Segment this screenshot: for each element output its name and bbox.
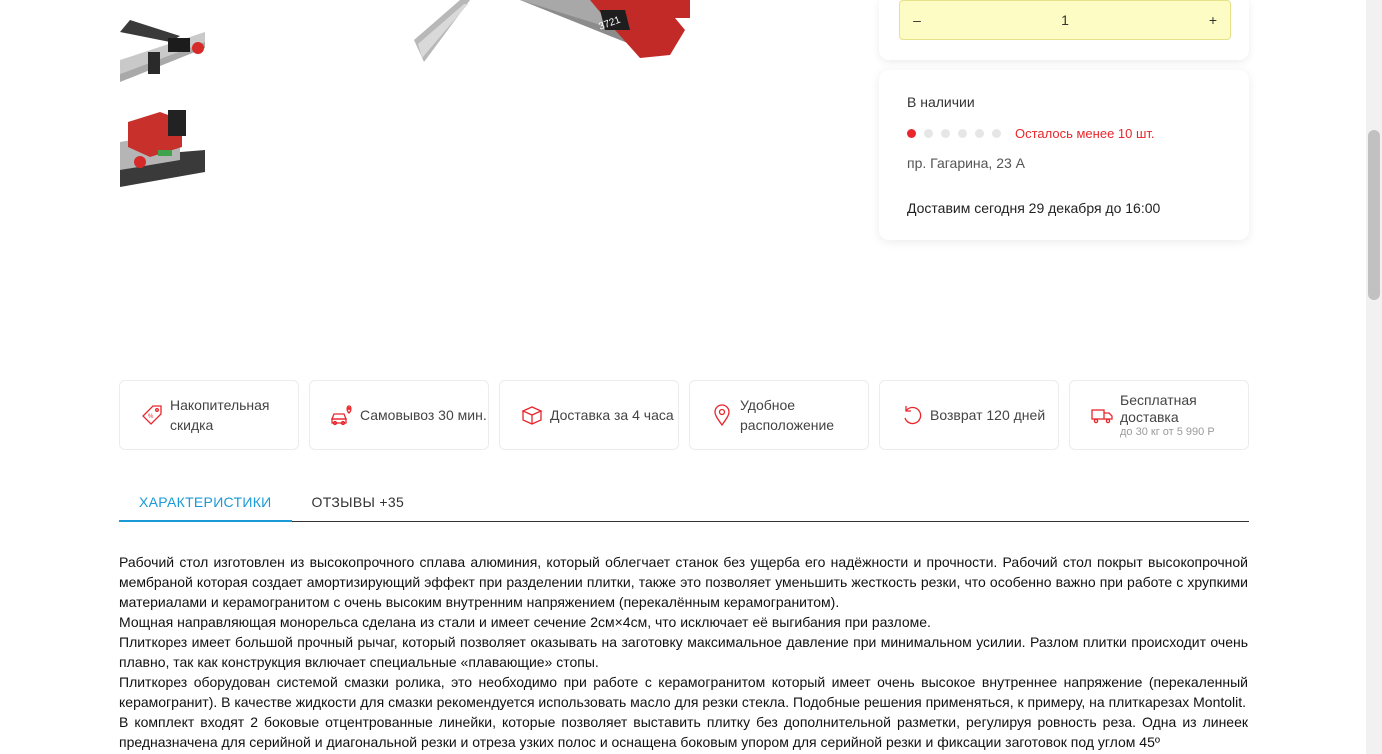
availability-title: В наличии <box>907 94 975 110</box>
scrollbar-thumb[interactable] <box>1368 130 1380 300</box>
product-thumbnail-2[interactable] <box>120 102 205 187</box>
description-paragraph: Плиткорез имеет большой прочный рычаг, к… <box>119 634 1248 670</box>
feature-label: Удобное расположение <box>740 397 835 433</box>
quantity-card: – + <box>879 0 1249 60</box>
feature-location[interactable]: Удобное расположение <box>689 380 869 450</box>
return-arrow-icon <box>900 403 924 427</box>
feature-delivery[interactable]: Доставка за 4 часа <box>499 380 679 450</box>
feature-label: Накопительная скидка <box>170 397 270 433</box>
quantity-decrease-button[interactable]: – <box>900 1 934 39</box>
feature-discount[interactable]: % Накопительная скидка <box>119 380 299 450</box>
stock-note: Осталось менее 10 шт. <box>1015 126 1155 141</box>
stock-dot-5 <box>975 129 984 138</box>
product-main-image: 3721 <box>400 0 700 70</box>
description-paragraph: Мощная направляющая монорельса сделана и… <box>119 614 931 630</box>
feature-pickup[interactable]: Самовывоз 30 мин. <box>309 380 489 450</box>
delivery-info: Доставим сегодня 29 декабря до 16:00 <box>907 200 1161 216</box>
stock-dot-1 <box>907 129 916 138</box>
feature-label: Самовывоз 30 мин. <box>360 407 487 423</box>
feature-sublabel: до 30 кг от 5 990 Р <box>1120 425 1215 438</box>
product-thumbnail-1-image <box>120 12 205 97</box>
product-thumbnail-2-image <box>120 102 205 187</box>
feature-text: Бесплатная доставка до 30 кг от 5 990 Р <box>1120 392 1248 439</box>
quantity-stepper: – + <box>899 0 1231 40</box>
discount-tag-icon: % <box>140 403 164 427</box>
box-icon <box>520 403 544 427</box>
product-description: Рабочий стол изготовлен из высокопрочног… <box>119 552 1248 752</box>
stock-level: Осталось менее 10 шт. <box>907 126 1155 141</box>
feature-label: Бесплатная доставка <box>1120 391 1197 425</box>
stock-dot-3 <box>941 129 950 138</box>
availability-card: В наличии Осталось менее 10 шт. пр. Гага… <box>879 70 1249 240</box>
product-thumbnail-1[interactable] <box>120 12 205 97</box>
tab-characteristics[interactable]: ХАРАКТЕРИСТИКИ <box>119 482 292 522</box>
description-paragraph: Плиткорез оборудован системой смазки рол… <box>119 674 1248 710</box>
quantity-input[interactable] <box>1005 12 1125 28</box>
store-address[interactable]: пр. Гагарина, 23 А <box>907 155 1025 171</box>
tab-reviews[interactable]: ОТЗЫВЫ +35 <box>292 482 425 522</box>
stock-dot-2 <box>924 129 933 138</box>
description-paragraph: Рабочий стол изготовлен из высокопрочног… <box>119 554 1248 610</box>
description-paragraph: В комплект входят 2 боковые отцентрованн… <box>119 714 1248 750</box>
svg-text:%: % <box>148 414 154 420</box>
feature-label: Доставка за 4 часа <box>550 407 674 423</box>
product-tabs: ХАРАКТЕРИСТИКИ ОТЗЫВЫ +35 <box>119 482 1249 522</box>
page-scrollbar[interactable] <box>1366 0 1382 754</box>
stock-dot-4 <box>958 129 967 138</box>
feature-free-delivery[interactable]: Бесплатная доставка до 30 кг от 5 990 Р <box>1069 380 1249 450</box>
feature-label: Возврат 120 дней <box>930 407 1046 423</box>
truck-icon <box>1090 403 1114 427</box>
feature-return[interactable]: Возврат 120 дней <box>879 380 1059 450</box>
stock-dot-6 <box>992 129 1001 138</box>
location-pin-icon <box>710 403 734 427</box>
car-pin-icon <box>330 403 354 427</box>
quantity-increase-button[interactable]: + <box>1196 1 1230 39</box>
features-row: % Накопительная скидка Самовывоз 30 мин. <box>119 380 1249 450</box>
